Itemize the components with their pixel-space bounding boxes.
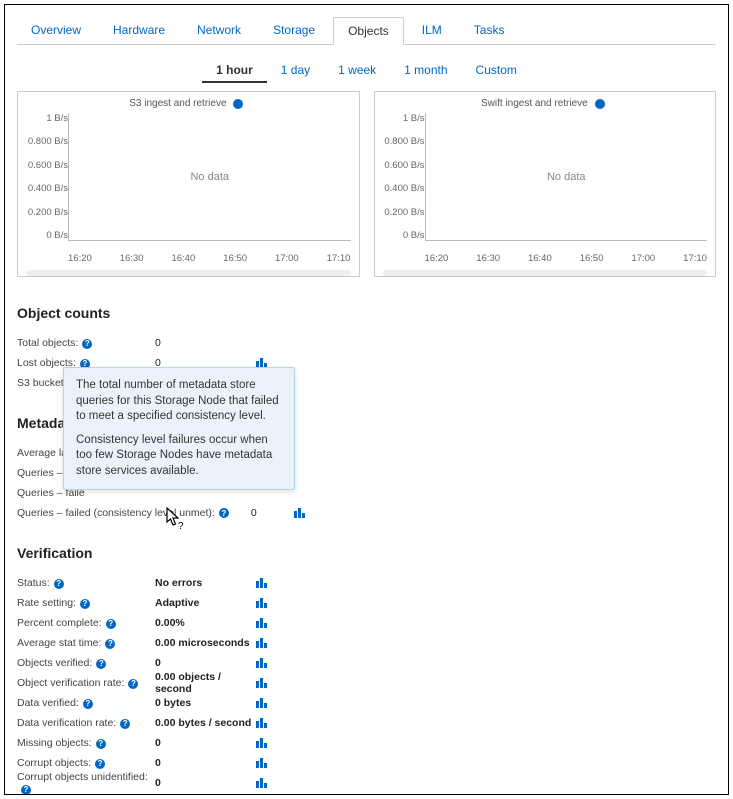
tab-hardware[interactable]: Hardware (99, 17, 179, 44)
chart-icon[interactable] (255, 756, 269, 770)
tabs: Overview Hardware Network Storage Object… (17, 17, 716, 45)
nodata-label: No data (190, 171, 229, 183)
chart-swift-xlabels: 16:20 16:30 16:40 16:50 17:00 17:10 (383, 253, 708, 264)
help-icon[interactable]: ? (21, 785, 31, 795)
verif-row-10: Corrupt objects unidentified:?0 (17, 773, 716, 793)
tooltip: The total number of metadata store queri… (63, 367, 295, 490)
help-icon[interactable]: ? (219, 508, 229, 518)
time-custom[interactable]: Custom (462, 59, 531, 83)
time-1month[interactable]: 1 month (390, 59, 461, 83)
help-icon[interactable]: ? (106, 619, 116, 629)
nodata-label: No data (547, 171, 586, 183)
help-icon[interactable]: ? (82, 339, 92, 349)
help-icon[interactable]: ? (120, 719, 130, 729)
verif-row-5: Object verification rate:?0.00 objects /… (17, 673, 716, 693)
chart-icon[interactable] (255, 716, 269, 730)
chart-icon[interactable] (255, 596, 269, 610)
chart-scrollbar[interactable] (26, 270, 351, 276)
tab-storage[interactable]: Storage (259, 17, 329, 44)
row-total-objects: Total objects:? 0 (17, 333, 716, 353)
verif-row-6: Data verified:?0 bytes (17, 693, 716, 713)
verif-row-1: Rate setting:?Adaptive (17, 593, 716, 613)
tab-tasks[interactable]: Tasks (460, 17, 519, 44)
chart-icon[interactable] (255, 636, 269, 650)
section-title-object-counts: Object counts (17, 305, 716, 321)
section-title-verification: Verification (17, 545, 716, 561)
timerange-selector: 1 hour 1 day 1 week 1 month Custom (17, 59, 716, 83)
chart-s3-ylabels: 1 B/s 0.800 B/s 0.600 B/s 0.400 B/s 0.20… (26, 113, 68, 253)
verif-row-0: Status:?No errors (17, 573, 716, 593)
row-queries-failed-consistency: Queries – failed (consistency level unme… (17, 503, 716, 523)
help-icon[interactable]: ? (80, 599, 90, 609)
chart-swift: Swift ingest and retrieve ? 1 B/s 0.800 … (374, 91, 717, 277)
verif-row-4: Objects verified:?0 (17, 653, 716, 673)
help-icon[interactable]: ? (83, 699, 93, 709)
chart-scrollbar[interactable] (383, 270, 708, 276)
chart-icon[interactable] (255, 736, 269, 750)
verif-row-9: Corrupt objects:?0 (17, 753, 716, 773)
chart-icon[interactable] (255, 616, 269, 630)
help-icon[interactable]: ? (128, 679, 138, 689)
tab-overview[interactable]: Overview (17, 17, 95, 44)
help-icon[interactable]: ? (54, 579, 64, 589)
tab-ilm[interactable]: ILM (408, 17, 456, 44)
help-icon[interactable]: ? (96, 659, 106, 669)
time-1week[interactable]: 1 week (324, 59, 390, 83)
help-icon[interactable]: ? (595, 99, 605, 109)
tab-network[interactable]: Network (183, 17, 255, 44)
chart-s3-xlabels: 16:20 16:30 16:40 16:50 17:00 17:10 (26, 253, 351, 264)
chart-swift-title: Swift ingest and retrieve (481, 98, 588, 109)
chart-icon[interactable] (255, 656, 269, 670)
verif-row-7: Data verification rate:?0.00 bytes / sec… (17, 713, 716, 733)
help-icon[interactable]: ? (96, 739, 106, 749)
chart-swift-ylabels: 1 B/s 0.800 B/s 0.600 B/s 0.400 B/s 0.20… (383, 113, 425, 253)
chart-icon[interactable] (255, 776, 269, 790)
chart-icon[interactable] (255, 676, 269, 690)
svg-text:?: ? (178, 521, 184, 531)
help-icon[interactable]: ? (233, 99, 243, 109)
chart-icon[interactable] (293, 506, 307, 520)
time-1day[interactable]: 1 day (267, 59, 324, 83)
help-icon[interactable]: ? (105, 639, 115, 649)
chart-s3: S3 ingest and retrieve ? 1 B/s 0.800 B/s… (17, 91, 360, 277)
verif-row-8: Missing objects:?0 (17, 733, 716, 753)
chart-icon[interactable] (255, 576, 269, 590)
help-icon[interactable]: ? (95, 759, 105, 769)
time-1hour[interactable]: 1 hour (202, 59, 267, 83)
verif-row-3: Average stat time:?0.00 microseconds (17, 633, 716, 653)
chart-icon[interactable] (255, 696, 269, 710)
tab-objects[interactable]: Objects (333, 17, 404, 45)
chart-s3-title: S3 ingest and retrieve (129, 98, 226, 109)
verif-row-2: Percent complete:?0.00% (17, 613, 716, 633)
